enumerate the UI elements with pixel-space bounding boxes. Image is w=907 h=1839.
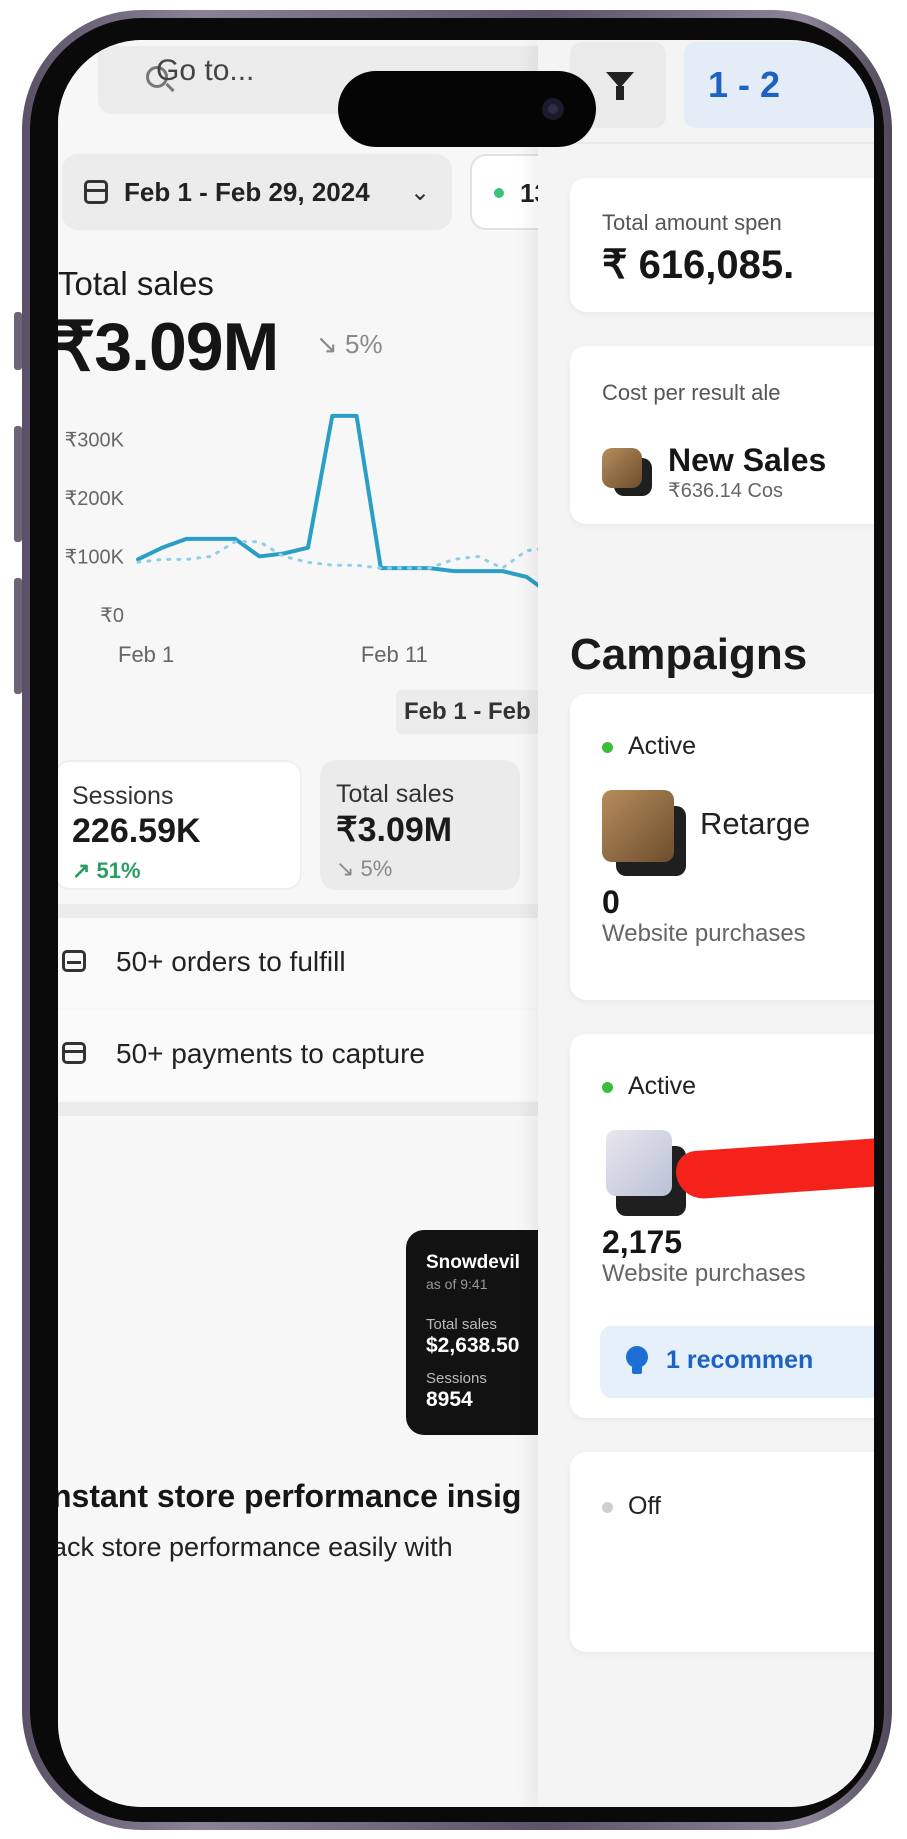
campaign-status: Active [628, 1072, 697, 1100]
task-text: 50+ orders to fulfill [116, 946, 346, 977]
campaign-card-3[interactable]: Off [570, 1452, 874, 1652]
campaign-card-2[interactable]: Active 2,175 Website purchases 1 recomme… [570, 1034, 874, 1418]
task-payments-to-capture[interactable]: 50+ payments to capture [58, 1010, 563, 1100]
store-dashboard: Go to... Feb 1 - Feb 29, 2024 ⌄ 13 v Tot… [58, 40, 580, 1807]
camera-icon [542, 98, 564, 120]
volume-up-button [14, 426, 22, 542]
y-tick-label: ₹0 [100, 605, 124, 627]
comparison-series-line [136, 540, 553, 570]
total-sales-card[interactable]: Total sales ₹3.09M ↘ 5% [320, 760, 520, 890]
x-tick-label: Feb 1 [118, 642, 174, 667]
date-range-button-text: 1 - 2 [708, 64, 781, 105]
ads-manager-panel: 1 - 2 Total amount spen ₹ 616,085. Cost … [538, 40, 874, 1807]
total-sales-value: ₹3.09M [58, 309, 279, 385]
phone-screen: Go to... Feb 1 - Feb 29, 2024 ⌄ 13 v Tot… [58, 40, 874, 1807]
widget-sessions-value: 8954 [426, 1388, 473, 1411]
total-sales-card-label: Total sales [336, 780, 455, 808]
campaign-metric-label: Website purchases [602, 920, 806, 947]
off-status-dot [602, 1502, 613, 1513]
widget-timestamp: as of 9:41 [426, 1276, 488, 1292]
campaigns-heading: Campaigns [570, 630, 808, 679]
active-status-dot [602, 1082, 613, 1093]
sessions-change: ↗ 51% [72, 858, 141, 883]
y-tick-label: ₹200K [65, 488, 125, 510]
cost-alert-card[interactable]: Cost per result ale New Sales ₹636.14 Co… [570, 346, 874, 524]
total-spent-value: ₹ 616,085. [602, 243, 795, 287]
sessions-value: 226.59K [72, 812, 201, 850]
lightbulb-icon [626, 1346, 648, 1374]
inbox-icon [62, 950, 86, 972]
recommendation-text: 1 recommen [666, 1346, 814, 1374]
recommendation-button[interactable]: 1 recommen [600, 1326, 874, 1398]
campaign-metric: 0 [602, 884, 620, 920]
total-sales-change: ↘ 5% [316, 329, 383, 359]
calendar-icon [84, 180, 108, 204]
cost-alert-label: Cost per result ale [602, 380, 781, 405]
filter-icon [606, 72, 634, 100]
total-spent-label: Total amount spen [602, 210, 782, 235]
date-range-button[interactable]: 1 - 2 [684, 42, 874, 128]
campaign-thumbnail [602, 790, 674, 862]
dynamic-island [338, 71, 596, 147]
live-dot-icon [494, 188, 504, 198]
sales-series-line [136, 413, 553, 597]
divider [538, 142, 874, 144]
campaign-metric: 2,175 [602, 1224, 683, 1260]
volume-down-button [14, 578, 22, 694]
task-text: 50+ payments to capture [116, 1038, 425, 1069]
y-tick-label: ₹100K [65, 546, 125, 568]
campaign-metric-label: Website purchases [602, 1260, 806, 1287]
ad-thumbnail [602, 448, 642, 488]
widget-sales-value: $2,638.50 [426, 1334, 520, 1357]
total-spent-card[interactable]: Total amount spen ₹ 616,085. [570, 178, 874, 312]
active-status-dot [602, 742, 613, 753]
x-tick-label: Feb 11 [361, 642, 428, 667]
y-tick-label: ₹300K [65, 429, 125, 451]
sales-line-chart[interactable]: ₹300K ₹200K ₹100K ₹0 Feb 1 Feb 11 [58, 390, 563, 710]
divider [58, 904, 563, 918]
sessions-card[interactable]: Sessions 226.59K ↗ 51% [58, 760, 302, 890]
campaign-status: Active [628, 732, 697, 760]
total-sales-card-change: ↘ 5% [336, 856, 393, 881]
insight-subtitle: ack store performance easily with [58, 1532, 453, 1562]
widget-sales-label: Total sales [426, 1316, 497, 1333]
date-range-picker[interactable]: Feb 1 - Feb 29, 2024 ⌄ [62, 154, 452, 230]
sessions-label: Sessions [72, 782, 174, 810]
alert-cost-note: ₹636.14 Cos [668, 480, 784, 502]
campaign-card-1[interactable]: Active Retarge 0 Website purchases [570, 694, 874, 1000]
widget-store-name: Snowdevil [426, 1252, 520, 1273]
alert-campaign-name: New Sales [668, 442, 827, 478]
campaign-thumbnail [606, 1130, 672, 1196]
divider [58, 1102, 563, 1116]
date-range-text: Feb 1 - Feb 29, 2024 [124, 177, 370, 207]
redaction-mark [674, 1135, 874, 1201]
campaign-status: Off [628, 1492, 661, 1520]
campaign-name: Retarge [700, 806, 811, 841]
widget-sessions-label: Sessions [426, 1370, 487, 1387]
search-placeholder: Go to... [156, 54, 255, 87]
mute-switch [14, 312, 22, 370]
credit-card-icon [62, 1042, 86, 1064]
total-sales-card-value: ₹3.09M [336, 811, 453, 849]
task-orders-to-fulfill[interactable]: 50+ orders to fulfill [58, 918, 563, 1008]
chevron-down-icon: ⌄ [410, 179, 431, 206]
total-sales-title: Total sales [58, 265, 214, 302]
insight-title: nstant store performance insig [58, 1478, 522, 1514]
